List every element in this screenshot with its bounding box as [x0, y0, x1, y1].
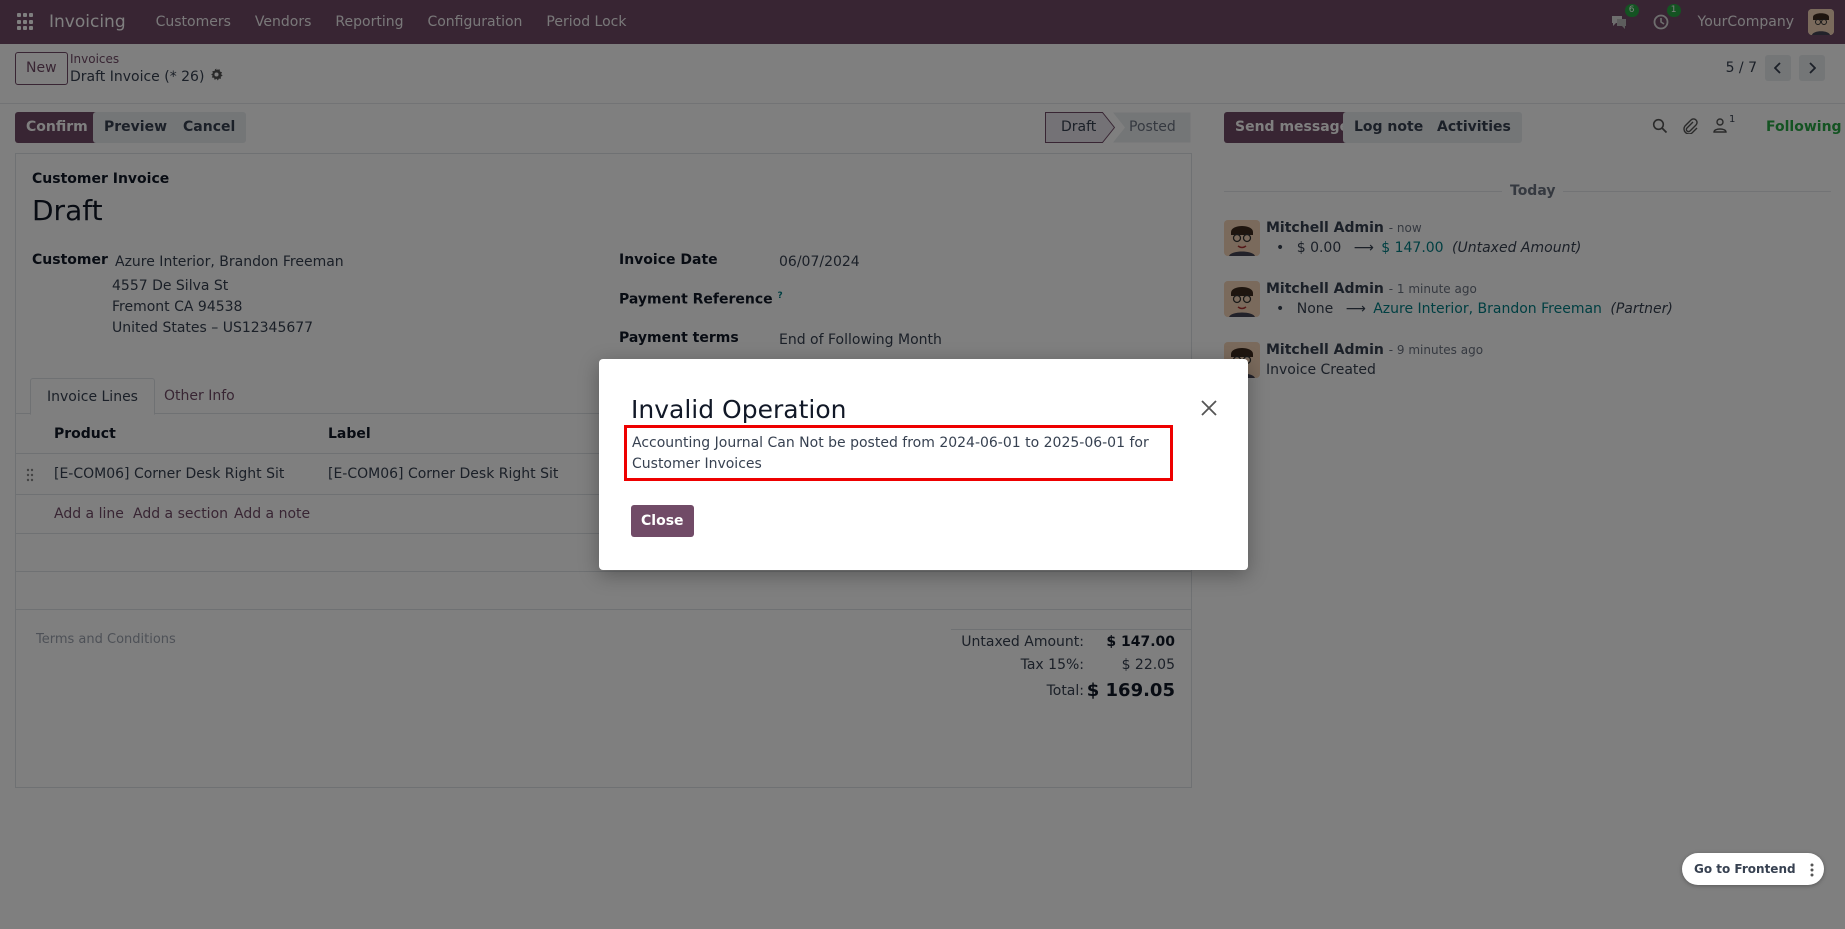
more-options-icon[interactable] — [1810, 853, 1814, 885]
close-button[interactable]: Close — [631, 505, 694, 537]
dialog-title: Invalid Operation — [631, 395, 847, 424]
go-to-frontend-label: Go to Frontend — [1694, 862, 1796, 876]
go-to-frontend-button[interactable]: Go to Frontend — [1682, 853, 1824, 885]
dialog-message: Accounting Journal Can Not be posted fro… — [624, 425, 1173, 481]
close-icon[interactable] — [1200, 399, 1220, 419]
invalid-operation-dialog: Invalid Operation Accounting Journal Can… — [599, 359, 1248, 570]
